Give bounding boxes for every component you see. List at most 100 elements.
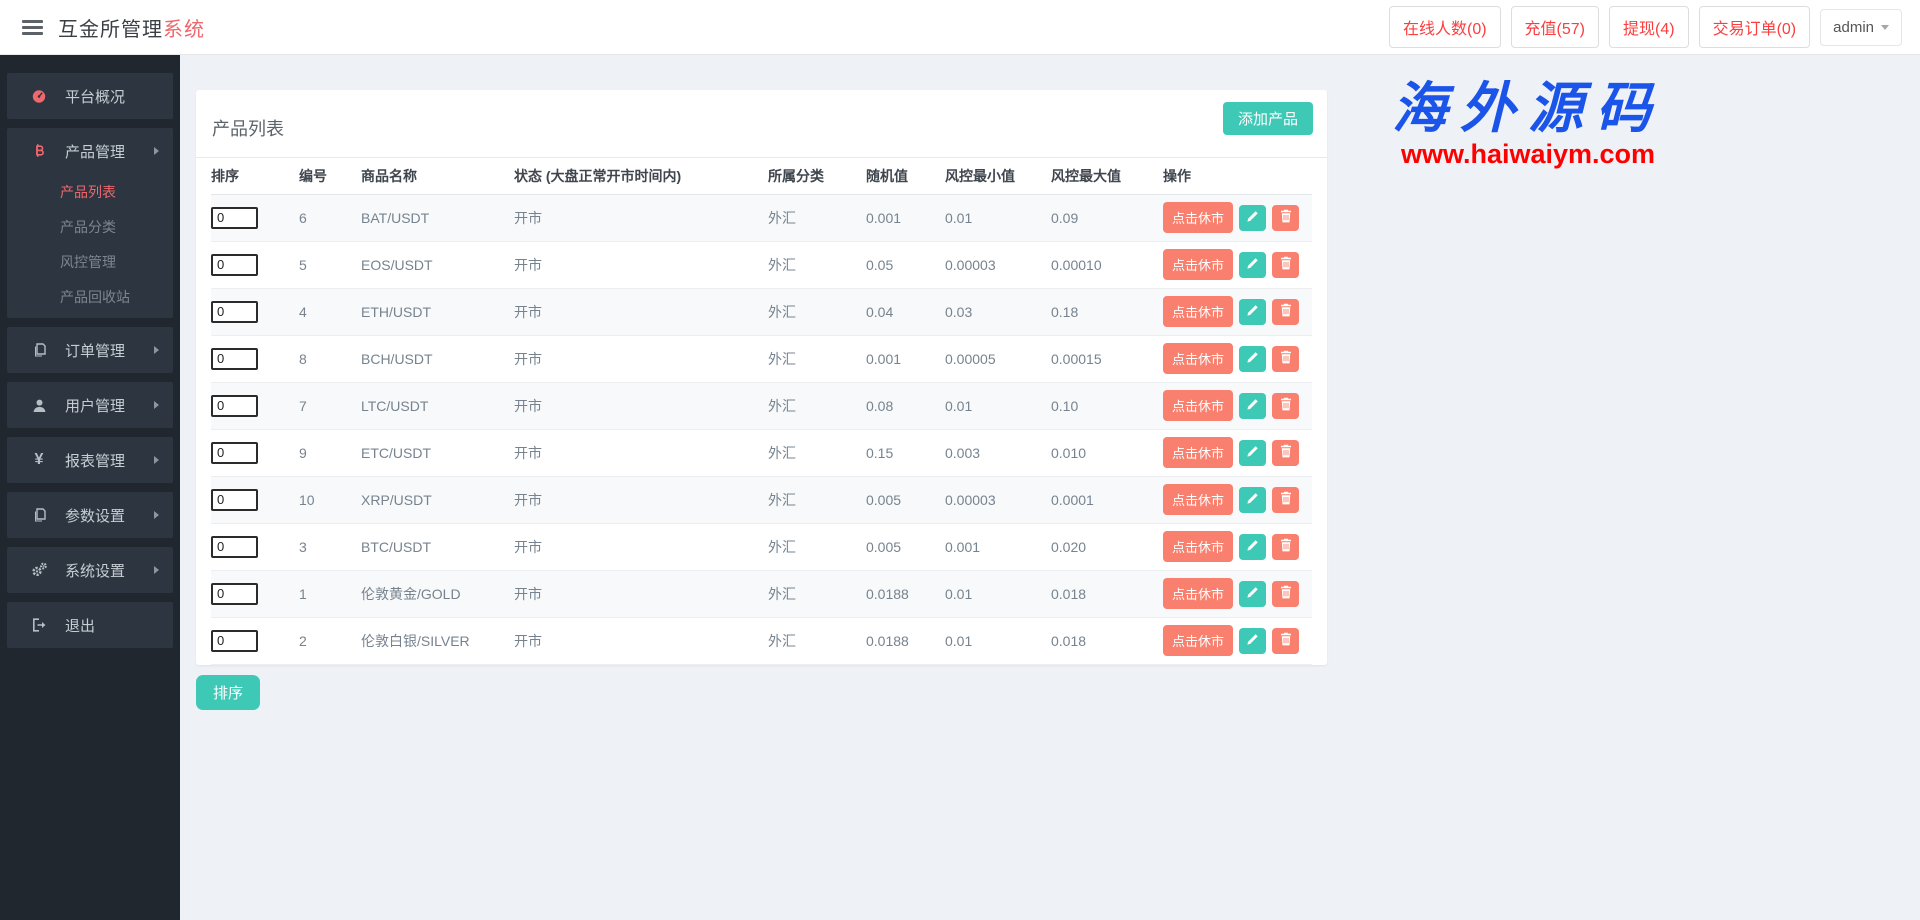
sort-order-input[interactable]: [211, 395, 258, 417]
edit-button[interactable]: [1239, 440, 1266, 466]
gears-icon: [29, 562, 49, 578]
sort-submit-button[interactable]: 排序: [196, 675, 260, 710]
header-stat-button-online-users[interactable]: 在线人数(0): [1389, 6, 1501, 48]
sidebar-item-report-management[interactable]: ¥报表管理: [7, 437, 173, 483]
sidebar-item-user-management[interactable]: 用户管理: [7, 382, 173, 428]
sidebar: 平台概况产品管理产品列表产品分类风控管理产品回收站订单管理用户管理 ¥报表管理参数…: [0, 55, 180, 920]
edit-button[interactable]: [1239, 581, 1266, 607]
sidebar-item-order-management[interactable]: 订单管理: [7, 327, 173, 373]
product-id-cell: 9: [299, 429, 361, 476]
close-market-button[interactable]: 点击休市: [1163, 343, 1233, 374]
status-cell: 开市: [514, 288, 768, 335]
sidebar-item-platform-overview[interactable]: 平台概况: [7, 73, 173, 119]
risk-min-cell: 0.00003: [945, 241, 1051, 288]
user-icon: [29, 398, 49, 413]
close-market-button[interactable]: 点击休市: [1163, 578, 1233, 609]
sidebar-item-system-settings[interactable]: 系统设置: [7, 547, 173, 593]
chevron-right-icon: [154, 511, 159, 519]
edit-button[interactable]: [1239, 534, 1266, 560]
table-row-product-8: 8BCH/USDT开市外汇0.0010.000050.00015点击休市: [211, 335, 1312, 382]
delete-button[interactable]: [1272, 299, 1299, 325]
actions-cell-wrap: 点击休市: [1163, 617, 1312, 664]
header-stat-button-trade-orders[interactable]: 交易订单(0): [1699, 6, 1811, 48]
close-market-button[interactable]: 点击休市: [1163, 296, 1233, 327]
random-value-cell: 0.04: [866, 288, 945, 335]
close-market-button[interactable]: 点击休市: [1163, 249, 1233, 280]
sort-order-input[interactable]: [211, 301, 258, 323]
add-product-button[interactable]: 添加产品: [1223, 102, 1313, 135]
edit-button[interactable]: [1239, 252, 1266, 278]
delete-button[interactable]: [1272, 205, 1299, 231]
hamburger-menu-icon[interactable]: [22, 17, 43, 38]
close-market-button[interactable]: 点击休市: [1163, 202, 1233, 233]
pencil-icon: [1246, 539, 1259, 555]
sidebar-item-logout[interactable]: 退出: [7, 602, 173, 648]
edit-button[interactable]: [1239, 393, 1266, 419]
sidebar-item-parameter-settings[interactable]: 参数设置: [7, 492, 173, 538]
header-stat-button-recharge[interactable]: 充值(57): [1511, 6, 1599, 48]
close-market-button[interactable]: 点击休市: [1163, 484, 1233, 515]
close-market-button[interactable]: 点击休市: [1163, 437, 1233, 468]
sidebar-subitem-risk-management[interactable]: 风控管理: [7, 244, 173, 279]
row-actions: 点击休市: [1163, 383, 1308, 429]
sort-order-input[interactable]: [211, 442, 258, 464]
edit-button[interactable]: [1239, 299, 1266, 325]
app-title-accent: 系统: [163, 19, 205, 41]
sort-order-input[interactable]: [211, 536, 258, 558]
sort-order-input[interactable]: [211, 583, 258, 605]
edit-button[interactable]: [1239, 205, 1266, 231]
trash-icon: [1280, 209, 1292, 226]
category-cell: 外汇: [768, 241, 866, 288]
pencil-icon: [1246, 257, 1259, 273]
sidebar-subitem-product-list[interactable]: 产品列表: [7, 174, 173, 209]
header-stat-button-withdraw[interactable]: 提现(4): [1609, 6, 1689, 48]
product-name-cell: LTC/USDT: [361, 382, 514, 429]
sort-order-input[interactable]: [211, 489, 258, 511]
admin-user-menu[interactable]: admin: [1820, 9, 1902, 46]
delete-button[interactable]: [1272, 252, 1299, 278]
delete-button[interactable]: [1272, 440, 1299, 466]
sort-order-input[interactable]: [211, 207, 258, 229]
edit-button[interactable]: [1239, 628, 1266, 654]
table-row-product-10: 10XRP/USDT开市外汇0.0050.000030.0001点击休市: [211, 476, 1312, 523]
edit-button[interactable]: [1239, 346, 1266, 372]
header-actions: 在线人数(0)充值(57)提现(4)交易订单(0) admin: [1389, 6, 1902, 48]
random-value-cell: 0.0188: [866, 570, 945, 617]
sort-order-input[interactable]: [211, 254, 258, 276]
delete-button[interactable]: [1272, 393, 1299, 419]
actions-cell-wrap: 点击休市: [1163, 382, 1312, 429]
sort-order-input[interactable]: [211, 630, 258, 652]
status-cell: 开市: [514, 194, 768, 241]
delete-button[interactable]: [1272, 346, 1299, 372]
random-value-cell: 0.005: [866, 523, 945, 570]
edit-button[interactable]: [1239, 487, 1266, 513]
sidebar-item-product-management[interactable]: 产品管理: [7, 128, 173, 174]
delete-button[interactable]: [1272, 581, 1299, 607]
sort-order-input[interactable]: [211, 348, 258, 370]
delete-button[interactable]: [1272, 534, 1299, 560]
close-market-button[interactable]: 点击休市: [1163, 531, 1233, 562]
row-actions: 点击休市: [1163, 289, 1308, 335]
risk-max-cell: 0.010: [1051, 429, 1163, 476]
actions-cell-wrap: 点击休市: [1163, 194, 1312, 241]
column-header-3: 状态 (大盘正常开市时间内): [514, 158, 768, 194]
trash-icon: [1280, 444, 1292, 461]
delete-button[interactable]: [1272, 487, 1299, 513]
product-name-cell: 伦敦黄金/GOLD: [361, 570, 514, 617]
sidebar-subitem-product-recycle-bin[interactable]: 产品回收站: [7, 279, 173, 314]
sidebar-subitem-product-category[interactable]: 产品分类: [7, 209, 173, 244]
risk-max-cell: 0.18: [1051, 288, 1163, 335]
close-market-button[interactable]: 点击休市: [1163, 625, 1233, 656]
table-row-product-9: 9ETC/USDT开市外汇0.150.0030.010点击休市: [211, 429, 1312, 476]
app-title: 互金所管理系统: [58, 13, 205, 42]
actions-cell-wrap: 点击休市: [1163, 335, 1312, 382]
sidebar-item-label: 产品管理: [65, 141, 125, 162]
delete-button[interactable]: [1272, 628, 1299, 654]
product-id-cell: 7: [299, 382, 361, 429]
admin-user-label: admin: [1833, 19, 1874, 36]
product-list-card: 产品列表 添加产品 排序编号商品名称状态 (大盘正常开市时间内)所属分类随机值风…: [196, 90, 1327, 665]
sidebar-block-system-settings: 系统设置: [7, 547, 173, 593]
pencil-icon: [1246, 492, 1259, 508]
files-icon: [29, 342, 49, 358]
close-market-button[interactable]: 点击休市: [1163, 390, 1233, 421]
